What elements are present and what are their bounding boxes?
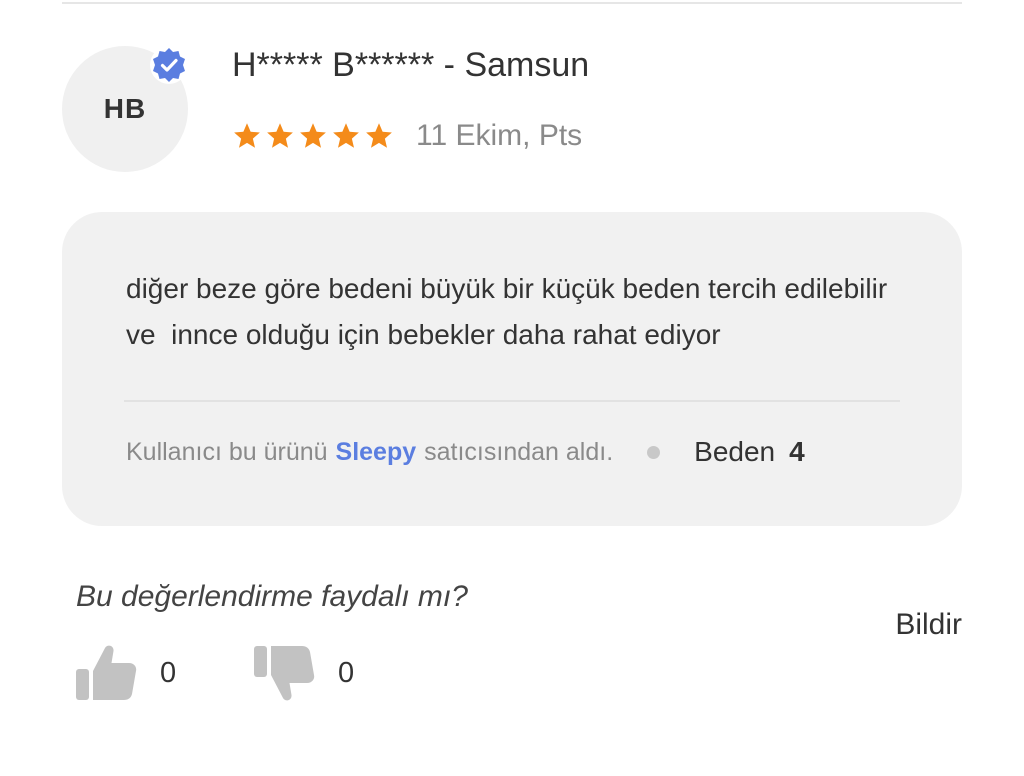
- star-icon: [300, 123, 326, 148]
- like-count: 0: [160, 656, 177, 689]
- review-text: diğer beze göre bedeni büyük bir küçük b…: [126, 273, 895, 350]
- avatar-initials: HB: [103, 93, 147, 124]
- thumbs-down-icon: [254, 646, 315, 701]
- star-icon: [234, 123, 260, 148]
- top-divider: [62, 2, 962, 4]
- review-card: diğer beze göre bedeni büyük bir küçük b…: [62, 212, 962, 526]
- seller-prefix-text: Kullanıcı bu ürünü: [126, 437, 328, 466]
- dot-separator: [647, 445, 661, 459]
- like-button[interactable]: 0: [74, 640, 176, 706]
- helpful-question: Bu değerlendirme faydalı mı?: [76, 580, 468, 613]
- star-icon: [267, 123, 293, 148]
- star-icon: [366, 123, 392, 148]
- thumbs-up-icon: [76, 645, 137, 700]
- size-value: 4: [789, 436, 805, 467]
- dislike-count: 0: [338, 656, 355, 689]
- seller-info: Kullanıcı bu ürünü Sleepy satıcısından a…: [126, 432, 805, 472]
- dislike-button[interactable]: 0: [252, 640, 354, 706]
- rating-row: 11 Ekim, Pts: [232, 116, 582, 156]
- card-divider: [124, 400, 900, 402]
- reviewer-name: H***** B****** - Samsun: [232, 46, 590, 84]
- review-date: 11 Ekim, Pts: [416, 119, 583, 152]
- star-icon: [333, 123, 359, 148]
- size-label: Beden: [694, 436, 776, 467]
- report-button[interactable]: Bildir: [895, 608, 962, 642]
- star-rating: [232, 121, 394, 151]
- seller-suffix-text: satıcısından aldı.: [424, 437, 614, 466]
- verified-check-icon: [148, 44, 190, 86]
- review-page: HB H***** B****** - Samsun 11 Ekim, Pts …: [0, 0, 1024, 776]
- seller-name-link[interactable]: Sleepy: [336, 438, 417, 467]
